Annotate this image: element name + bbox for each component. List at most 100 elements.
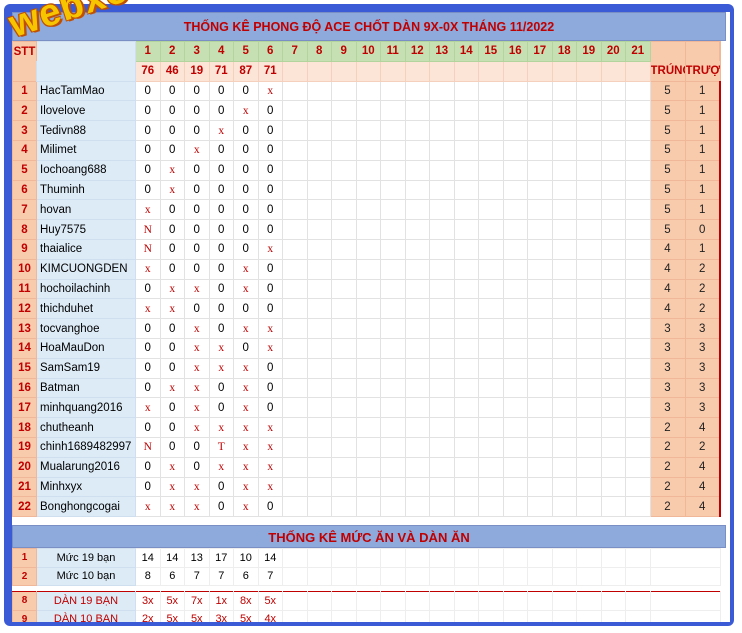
row-cell[interactable]	[576, 496, 602, 518]
row-name[interactable]: thaialice	[36, 238, 136, 260]
row-cell[interactable]: x	[159, 179, 185, 201]
row-cell[interactable]	[380, 179, 406, 201]
stats-value[interactable]	[282, 591, 308, 611]
row-cell[interactable]: 0	[257, 179, 283, 201]
row-cell[interactable]	[306, 139, 332, 161]
row-cell[interactable]	[306, 337, 332, 359]
row-cell[interactable]: 0	[135, 357, 161, 379]
row-cell[interactable]	[380, 417, 406, 438]
stats-value[interactable]	[478, 591, 504, 611]
row-cell[interactable]	[527, 80, 553, 102]
row-cell[interactable]	[380, 278, 406, 300]
row-cell[interactable]: x	[257, 417, 283, 438]
row-cell[interactable]: x	[184, 337, 210, 359]
row-cell[interactable]: x	[159, 377, 185, 399]
row-cell[interactable]: 0	[135, 377, 161, 399]
row-cell[interactable]: x	[135, 258, 161, 280]
row-cell[interactable]	[625, 100, 651, 122]
row-cell[interactable]	[478, 159, 504, 181]
row-cell[interactable]: 0	[135, 139, 161, 161]
row-cell[interactable]: x	[257, 318, 283, 339]
row-cell[interactable]	[355, 100, 381, 122]
row-cell[interactable]	[576, 278, 602, 300]
row-cell[interactable]: 0	[135, 120, 161, 141]
stats-value[interactable]: 13	[184, 548, 210, 568]
row-cell[interactable]	[551, 397, 577, 419]
row-cell[interactable]	[551, 377, 577, 399]
row-cell[interactable]	[625, 337, 651, 359]
row-cell[interactable]	[331, 318, 357, 339]
row-cell[interactable]	[331, 337, 357, 359]
header-day-10[interactable]: 10	[355, 41, 381, 62]
row-cell[interactable]: 0	[159, 436, 185, 458]
row-cell[interactable]	[380, 496, 406, 518]
row-cell[interactable]: 0	[135, 318, 161, 339]
row-name[interactable]: Ilovelove	[36, 100, 136, 122]
row-cell[interactable]	[306, 476, 332, 498]
row-cell[interactable]	[625, 417, 651, 438]
row-cell[interactable]: 0	[208, 100, 234, 122]
row-cell[interactable]	[306, 496, 332, 518]
row-cell[interactable]	[527, 258, 553, 280]
row-cell[interactable]	[380, 139, 406, 161]
stats-value[interactable]	[551, 548, 577, 568]
row-cell[interactable]: 0	[159, 80, 185, 102]
row-cell[interactable]	[527, 476, 553, 498]
row-cell[interactable]: x	[233, 377, 259, 399]
row-cell[interactable]: x	[257, 80, 283, 102]
row-cell[interactable]	[355, 456, 381, 478]
row-cell[interactable]: 0	[233, 179, 259, 201]
row-cell[interactable]	[551, 278, 577, 300]
row-cell[interactable]	[600, 179, 626, 201]
row-cell[interactable]	[502, 417, 528, 438]
row-cell[interactable]	[576, 456, 602, 478]
stats-value[interactable]	[306, 609, 332, 622]
row-cell[interactable]	[429, 476, 455, 498]
row-cell[interactable]	[282, 258, 308, 280]
row-cell[interactable]	[404, 238, 430, 260]
row-cell[interactable]: x	[135, 397, 161, 419]
stats-value[interactable]	[380, 566, 406, 586]
row-cell[interactable]	[282, 199, 308, 221]
row-cell[interactable]: 0	[233, 159, 259, 181]
stats-value[interactable]	[380, 591, 406, 611]
row-cell[interactable]	[576, 258, 602, 280]
stats-value[interactable]: 8	[135, 566, 161, 586]
row-cell[interactable]	[404, 159, 430, 181]
row-cell[interactable]: 0	[233, 337, 259, 359]
row-cell[interactable]: 0	[159, 100, 185, 122]
row-cell[interactable]	[527, 318, 553, 339]
row-cell[interactable]: 0	[184, 219, 210, 240]
stats-value[interactable]	[625, 591, 651, 611]
row-cell[interactable]	[306, 278, 332, 300]
stats-value[interactable]	[625, 609, 651, 622]
row-cell[interactable]	[600, 238, 626, 260]
row-cell[interactable]	[478, 476, 504, 498]
row-cell[interactable]: 0	[208, 258, 234, 280]
stats-value[interactable]	[453, 591, 479, 611]
row-cell[interactable]: 0	[257, 377, 283, 399]
row-cell[interactable]	[600, 436, 626, 458]
row-cell[interactable]: x	[184, 496, 210, 518]
row-cell[interactable]	[429, 298, 455, 320]
stats-value[interactable]: 5x	[159, 591, 185, 611]
header-day-21[interactable]: 21	[625, 41, 651, 62]
row-cell[interactable]	[453, 357, 479, 379]
stats-value[interactable]	[478, 609, 504, 622]
row-cell[interactable]	[404, 476, 430, 498]
header-day-19[interactable]: 19	[576, 41, 602, 62]
row-cell[interactable]	[404, 456, 430, 478]
row-cell[interactable]	[355, 357, 381, 379]
row-cell[interactable]: 0	[233, 199, 259, 221]
row-cell[interactable]	[331, 199, 357, 221]
row-cell[interactable]	[282, 238, 308, 260]
row-cell[interactable]	[306, 456, 332, 478]
row-cell[interactable]	[380, 436, 406, 458]
row-cell[interactable]	[551, 476, 577, 498]
row-cell[interactable]: 0	[208, 238, 234, 260]
row-cell[interactable]: 0	[208, 377, 234, 399]
row-cell[interactable]: 0	[257, 139, 283, 161]
stats-value[interactable]	[355, 591, 381, 611]
row-cell[interactable]	[478, 219, 504, 240]
stats-value[interactable]	[306, 548, 332, 568]
